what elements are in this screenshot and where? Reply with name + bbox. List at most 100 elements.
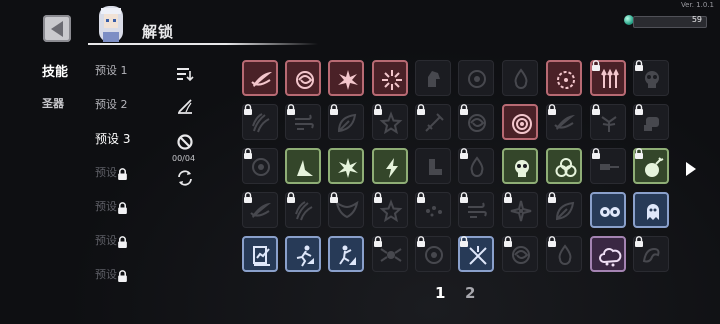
preset-2[interactable]: 预设 2 — [95, 96, 128, 112]
preset-6-lock-icon — [117, 233, 128, 248]
skull-icon — [515, 160, 529, 177]
skill-lock-icon — [459, 100, 469, 115]
skill-slot[interactable] — [372, 60, 408, 96]
clear-button[interactable] — [175, 132, 195, 152]
skill-slot[interactable] — [590, 236, 626, 272]
skill-lock-icon — [286, 188, 296, 203]
skill-lock-icon — [416, 188, 426, 203]
lock-icon — [118, 236, 127, 248]
skill-slot[interactable] — [633, 192, 669, 228]
no-icon — [177, 134, 193, 150]
skill-slot[interactable] — [502, 60, 538, 96]
biohazard-icon — [555, 158, 577, 177]
ghost-icon — [647, 204, 659, 220]
skill-lock-icon — [503, 232, 513, 247]
skill-slot[interactable] — [285, 148, 321, 184]
lock-icon — [635, 236, 643, 247]
lock-icon — [635, 148, 643, 159]
character-avatar — [99, 6, 123, 42]
skill-slot[interactable] — [285, 236, 321, 272]
skill-lock-icon — [243, 144, 253, 159]
lock-icon — [417, 104, 425, 115]
skill-slot[interactable] — [546, 148, 582, 184]
skill-slot[interactable] — [328, 60, 364, 96]
lock-icon — [460, 192, 468, 203]
back-button[interactable] — [43, 15, 71, 42]
skill-lock-icon — [373, 232, 383, 247]
resource-bar: 59 — [633, 15, 707, 28]
lock-icon — [374, 104, 382, 115]
skill-slot[interactable] — [546, 60, 582, 96]
skill-lock-icon — [634, 232, 644, 247]
skill-slot[interactable] — [458, 60, 494, 96]
tab-skills[interactable]: 技能 — [42, 61, 68, 80]
page-2[interactable]: 2 — [465, 284, 475, 302]
refresh-button[interactable] — [175, 168, 195, 188]
skill-lock-icon — [459, 188, 469, 203]
skill-slot[interactable] — [502, 148, 538, 184]
fin-icon — [297, 160, 313, 176]
lock-icon — [118, 202, 127, 214]
page-1[interactable]: 1 — [435, 284, 445, 302]
slope-button[interactable] — [175, 96, 195, 116]
lock-icon — [244, 104, 252, 115]
preset-1[interactable]: 预设 1 — [95, 62, 128, 78]
drop-icon — [514, 68, 528, 89]
version-label: Ver. 1.0.1 — [680, 1, 714, 9]
next-page-arrow-icon[interactable] — [686, 162, 696, 176]
skill-lock-icon — [416, 232, 426, 247]
tab-relics[interactable]: 圣器 — [42, 95, 64, 111]
preset-7-lock-icon — [117, 267, 128, 282]
skill-lock-icon — [547, 232, 557, 247]
preset-6[interactable]: 预设 — [95, 232, 117, 248]
skill-slot[interactable] — [328, 236, 364, 272]
skill-lock-icon — [329, 188, 339, 203]
lock-icon — [330, 192, 338, 203]
lock-icon — [417, 192, 425, 203]
lock-icon — [592, 60, 600, 71]
skill-slot[interactable] — [242, 236, 278, 272]
skill-slot[interactable] — [502, 104, 538, 140]
skill-lock-icon — [329, 100, 339, 115]
lock-icon — [548, 104, 556, 115]
header-underline — [88, 43, 318, 45]
preset-5[interactable]: 预设 — [95, 198, 117, 214]
lock-icon — [635, 104, 643, 115]
skill-lock-icon — [373, 100, 383, 115]
lock-icon — [504, 192, 512, 203]
slash-icon — [251, 72, 272, 87]
selection-counter: 00/04 — [172, 154, 196, 163]
refresh-icon — [178, 170, 192, 186]
skill-slot[interactable] — [328, 148, 364, 184]
burst-icon — [338, 70, 358, 90]
preset-7[interactable]: 预设 — [95, 266, 117, 282]
bolt-icon — [386, 158, 398, 178]
lock-icon — [118, 270, 127, 282]
lock-icon — [374, 192, 382, 203]
runner2-icon — [339, 245, 356, 265]
skill-slot[interactable] — [590, 192, 626, 228]
preset-3[interactable]: 预设 3 — [95, 130, 130, 147]
cloud-icon — [599, 248, 622, 267]
skill-slot[interactable] — [415, 148, 451, 184]
skill-slot[interactable] — [415, 60, 451, 96]
lock-icon — [460, 236, 468, 247]
skill-lock-icon — [547, 100, 557, 115]
preset-4[interactable]: 预设 — [95, 164, 117, 180]
cross-icon — [469, 246, 487, 265]
preset-4-lock-icon — [117, 165, 128, 180]
lock-icon — [287, 104, 295, 115]
skill-lock-icon — [416, 100, 426, 115]
skill-slot[interactable] — [372, 148, 408, 184]
skill-lock-icon — [634, 144, 644, 159]
skill-slot[interactable] — [242, 60, 278, 96]
arrows-icon — [601, 68, 619, 88]
chart-icon — [253, 246, 270, 266]
lock-icon — [244, 192, 252, 203]
sort-button[interactable] — [175, 64, 195, 84]
skill-lock-icon — [503, 188, 513, 203]
skill-slot[interactable] — [285, 60, 321, 96]
skill-lock-icon — [243, 100, 253, 115]
lock-icon — [592, 148, 600, 159]
bomb-icon — [645, 157, 664, 177]
